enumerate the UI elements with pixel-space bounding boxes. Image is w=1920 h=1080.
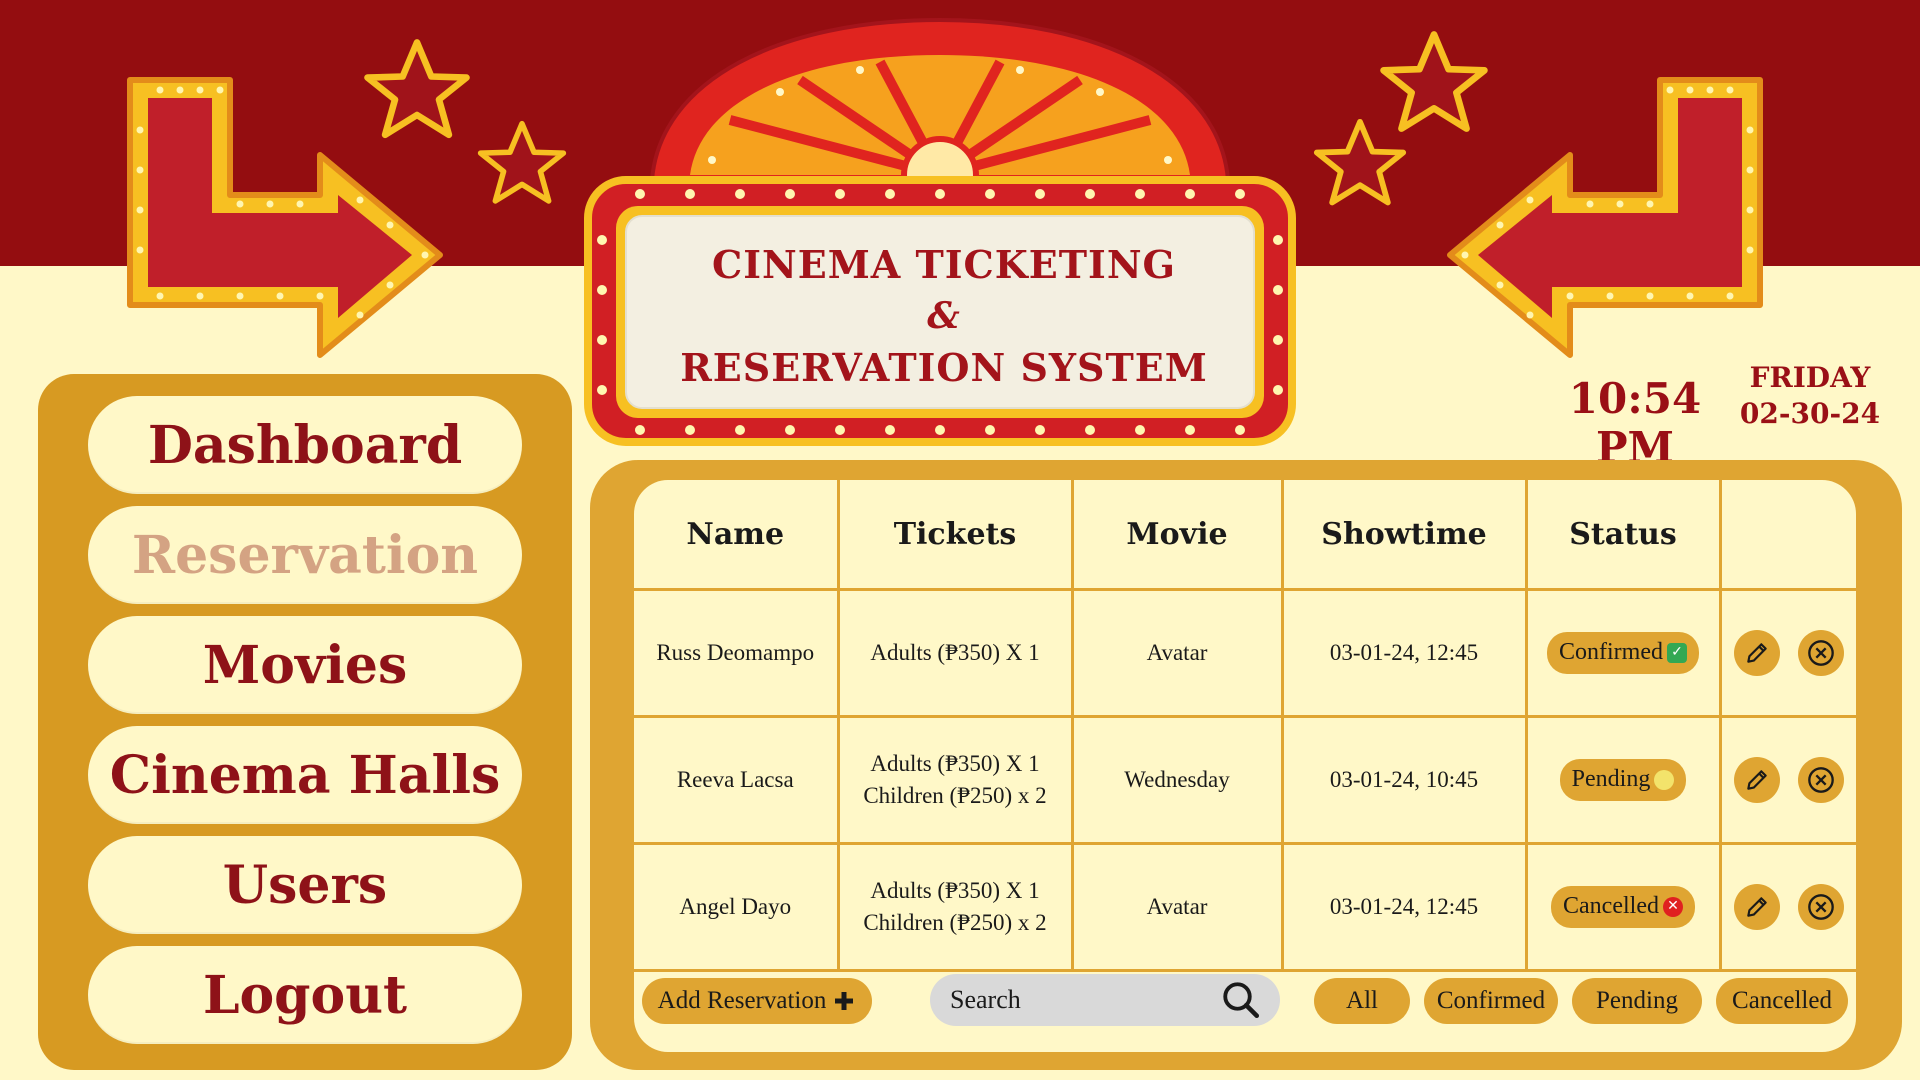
table-header-row: Name Tickets Movie Showtime Status [634, 480, 1856, 591]
sidebar-item-users[interactable]: Users [88, 836, 522, 934]
star-icon [1313, 118, 1407, 206]
cell-name: Russ Deomampo [634, 588, 840, 718]
status-label: Confirmed [1559, 639, 1663, 666]
cell-tickets: Adults (₱350) X 1 [836, 588, 1074, 718]
sidebar: Dashboard Reservation Movies Cinema Hall… [38, 374, 572, 1070]
delete-button[interactable] [1797, 630, 1844, 676]
cell-movie: Avatar [1070, 588, 1284, 718]
status-badge: Confirmed ✓ [1547, 632, 1699, 674]
app-title-line-1: Cinema Ticketing [711, 241, 1177, 287]
add-reservation-label: Add Reservation [657, 987, 827, 1014]
cell-actions [1718, 842, 1856, 972]
pencil-icon [1747, 897, 1767, 917]
star-icon [364, 39, 470, 139]
table-row: Russ Deomampo Adults (₱350) X 1 Avatar 0… [634, 588, 1856, 718]
app-title-ampersand: & [927, 294, 961, 337]
status-badge: Cancelled ✕ [1551, 886, 1695, 928]
sidebar-item-movies[interactable]: Movies [88, 616, 522, 714]
cell-status: Confirmed ✓ [1524, 588, 1722, 718]
pencil-icon [1747, 770, 1767, 790]
column-header-showtime: Showtime [1280, 480, 1528, 591]
column-header-actions [1718, 480, 1856, 591]
cell-status: Pending [1524, 715, 1722, 845]
sidebar-item-logout[interactable]: Logout [88, 946, 522, 1044]
cell-actions [1718, 715, 1856, 845]
cell-name: Reeva Lacsa [634, 715, 840, 845]
ticket-line: Adults (₱350) X 1 [870, 750, 1040, 776]
app-title-line-3: Reservation System [680, 345, 1208, 391]
cell-showtime: 03-01-24, 10:45 [1280, 715, 1528, 845]
ticket-line: Adults (₱350) X 1 [870, 877, 1040, 903]
reservation-table: Name Tickets Movie Showtime Status Russ … [634, 480, 1856, 972]
column-header-movie: Movie [1070, 480, 1284, 591]
date-day: FRIDAY [1749, 361, 1871, 394]
ticket-line: Children (₱250) x 2 [863, 783, 1047, 808]
cell-tickets: Adults (₱350) X 1 Children (₱250) x 2 [836, 715, 1074, 845]
pending-icon [1654, 770, 1675, 790]
column-header-status: Status [1524, 480, 1722, 591]
status-label: Pending [1571, 766, 1651, 793]
app-title: Cinema Ticketing & Reservation System [624, 216, 1264, 416]
close-circle-icon [1807, 894, 1834, 920]
date-display: FRIDAY 02-30-24 [1730, 360, 1890, 433]
edit-button[interactable] [1733, 757, 1780, 803]
column-header-name: Name [634, 480, 840, 591]
pencil-icon [1747, 643, 1767, 663]
table-row: Angel Dayo Adults (₱350) X 1 Children (₱… [634, 842, 1856, 972]
cell-showtime: 03-01-24, 12:45 [1280, 588, 1528, 718]
cell-movie: Avatar [1070, 842, 1284, 972]
ticket-line: Children (₱250) x 2 [863, 910, 1047, 935]
cell-name: Angel Dayo [634, 842, 840, 972]
cell-actions [1718, 588, 1856, 718]
edit-button[interactable] [1733, 630, 1780, 676]
date-value: 02-30-24 [1739, 397, 1881, 431]
sidebar-item-cinema-halls[interactable]: Cinema Halls [88, 726, 522, 824]
close-circle-icon [1807, 767, 1834, 793]
cell-tickets: Adults (₱350) X 1 Children (₱250) x 2 [836, 842, 1074, 972]
check-icon: ✓ [1666, 643, 1687, 663]
table-row: Reeva Lacsa Adults (₱350) X 1 Children (… [634, 715, 1856, 845]
search-icon[interactable] [1220, 979, 1262, 1021]
ticket-line: Adults (₱350) X 1 [870, 639, 1040, 665]
close-circle-icon [1807, 640, 1834, 666]
search-box [930, 974, 1280, 1026]
sidebar-item-dashboard[interactable]: Dashboard [88, 396, 522, 494]
cancel-icon: ✕ [1662, 897, 1683, 917]
filter-confirmed-button[interactable]: Confirmed [1424, 978, 1558, 1024]
filter-all-button[interactable]: All [1314, 978, 1410, 1024]
reservation-table-container: Name Tickets Movie Showtime Status Russ … [634, 480, 1856, 1052]
cell-movie: Wednesday [1070, 715, 1284, 845]
plus-icon [835, 992, 854, 1010]
status-label: Cancelled [1563, 893, 1659, 920]
status-badge: Pending [1559, 759, 1687, 801]
filter-pending-button[interactable]: Pending [1572, 978, 1702, 1024]
add-reservation-button[interactable]: Add Reservation [642, 978, 872, 1024]
delete-button[interactable] [1797, 757, 1844, 803]
star-icon [477, 120, 567, 204]
search-input[interactable] [948, 984, 1220, 1016]
cell-showtime: 03-01-24, 12:45 [1280, 842, 1528, 972]
edit-button[interactable] [1733, 884, 1780, 930]
sidebar-item-reservation[interactable]: Reservation [88, 506, 522, 604]
filter-cancelled-button[interactable]: Cancelled [1716, 978, 1848, 1024]
clock-time: 10:54 PM [1568, 374, 1702, 472]
cell-status: Cancelled ✕ [1524, 842, 1722, 972]
column-header-tickets: Tickets [836, 480, 1074, 591]
delete-button[interactable] [1797, 884, 1844, 930]
